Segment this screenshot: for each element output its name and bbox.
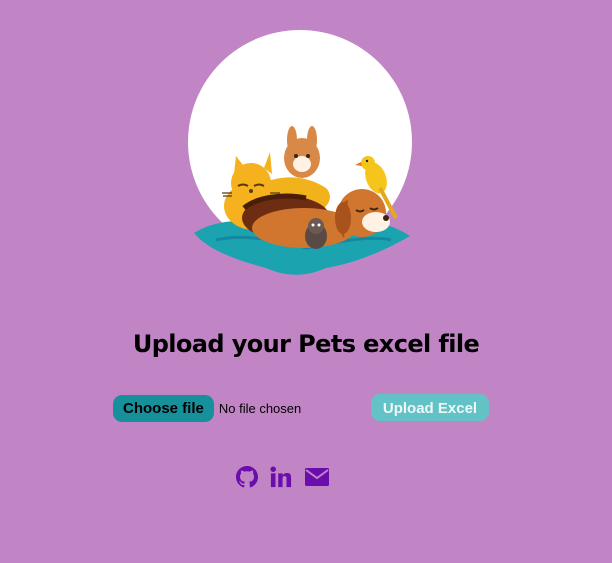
pets-illustration bbox=[186, 28, 418, 280]
upload-excel-button[interactable]: Upload Excel bbox=[371, 394, 489, 421]
linkedin-link[interactable] bbox=[270, 466, 292, 488]
envelope-icon bbox=[304, 466, 330, 488]
file-input-group[interactable]: Choose file No file chosen bbox=[113, 394, 301, 422]
file-status-label: No file chosen bbox=[218, 400, 302, 416]
linkedin-icon bbox=[270, 466, 292, 488]
social-links bbox=[236, 466, 342, 488]
github-icon bbox=[236, 466, 258, 488]
choose-file-button[interactable]: Choose file bbox=[113, 394, 214, 422]
email-link[interactable] bbox=[304, 466, 330, 488]
page-title: Upload your Pets excel file bbox=[132, 330, 480, 358]
github-link[interactable] bbox=[236, 466, 258, 488]
